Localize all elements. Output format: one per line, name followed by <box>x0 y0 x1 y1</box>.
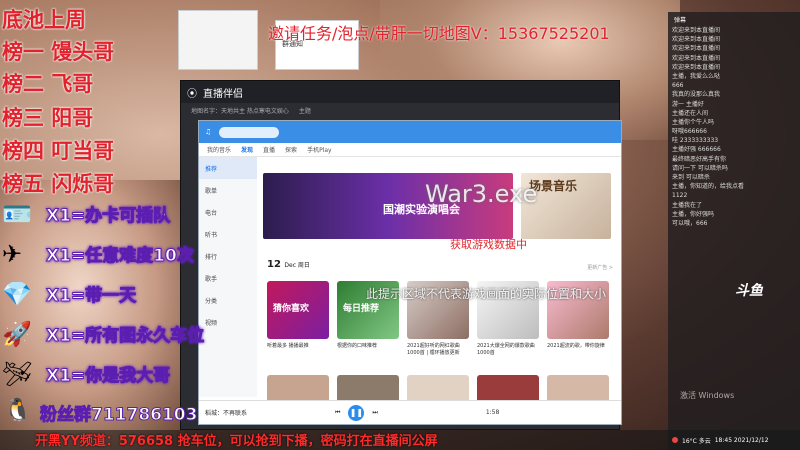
game-fetch-status: 获取游戏数据中 <box>450 238 527 251</box>
music-topbar: ♫ <box>199 121 621 143</box>
chat-line: 欢迎来到本直播间 <box>672 63 721 71</box>
music-player-window: ♫ 我的音乐 发现 直播 探索 手机Play 推荐 歌单 电台 听书 排行 歌手… <box>198 120 622 425</box>
chat-line: 主播我在了 <box>672 201 703 209</box>
pause-button[interactable]: ❚❚ <box>348 404 365 421</box>
perk-3: 💎 X1=带一天 <box>2 280 137 308</box>
clock: 18:45 2021/12/12 <box>714 436 769 444</box>
date-header: 12 Dec 周日 <box>267 259 310 270</box>
chat-line: 可以哦，666 <box>672 219 708 227</box>
game-process-label: War3.exe <box>425 180 538 208</box>
tab-live[interactable]: 直播 <box>263 145 275 154</box>
danmaku-header: 弹幕 <box>674 17 687 24</box>
card-caption: 2021超流的歌，带你旋律 <box>547 343 605 349</box>
gem-icon: 💎 <box>2 280 32 308</box>
music-nav: 我的音乐 发现 直播 探索 手机Play <box>199 143 621 157</box>
qq-icon: 🐧 <box>4 398 32 423</box>
mini-window <box>178 10 258 70</box>
music-logo-icon: ♫ <box>205 128 212 136</box>
card-icon: 🪪 <box>2 200 32 228</box>
sidebar-item-recommend[interactable]: 推荐 <box>199 157 257 179</box>
capture-hint: 此提示区域不代表游戏画面的实际位置和大小 <box>366 287 607 301</box>
app-logo-icon: ⦿ <box>187 88 197 100</box>
perk-5: 🛩 X1=你是我大哥 <box>2 360 171 388</box>
track-time: 1:58 <box>485 409 500 416</box>
app-title: 直播伴侣 <box>203 88 243 100</box>
chat-line: 欢迎来到本直播间 <box>672 54 721 62</box>
danmaku-panel: 弹幕 欢迎来到本直播间 欢迎来到本直播间 欢迎来到本直播间 欢迎来到本直播间 欢迎来到本… <box>668 12 800 430</box>
tab-discover[interactable]: 发现 <box>241 145 253 154</box>
chat-line: 主播，你知道的，给我点看 <box>672 183 745 191</box>
chat-line: 欢迎来到本直播间 <box>672 27 721 34</box>
chat-line: 最终暗恶好高手有你 <box>672 155 727 163</box>
rank-3: 榜三 阳哥 <box>2 106 94 130</box>
perk-4: 🚀 X1=所有图永久车位 <box>2 320 205 348</box>
yy-channel-banner: 开黑YY频道：576658 抢车位，可以抢到下播，密码打在直播间公屏 <box>35 434 438 449</box>
next-icon[interactable]: ⏭ <box>372 409 377 417</box>
weather: 16°C 多云 <box>682 437 711 445</box>
plane-icon: ✈ <box>2 240 23 268</box>
douyu-logo: 斗鱼 <box>735 283 763 299</box>
chat-line: 来到 可以暗杀 <box>672 174 710 181</box>
plane2-icon: 🛩 <box>2 360 33 388</box>
tab-map-name[interactable]: 地图名字：天地共主 热点寒电文娱心 <box>191 106 289 115</box>
fan-group-number: 粉丝群711786103 <box>39 405 198 426</box>
chat-line: 主播，你好强吗 <box>672 210 715 218</box>
rank-2: 榜二 飞哥 <box>2 72 94 96</box>
windows-activation: 激活 Windows <box>680 391 735 400</box>
stream-companion-titlebar: ⦿ 直播伴侣 <box>181 81 619 103</box>
tab-my-music[interactable]: 我的音乐 <box>207 145 231 154</box>
rank-title: 底池上周 <box>2 8 86 32</box>
chat-line: 欢迎来到本直播间 <box>672 45 721 53</box>
tab-theme[interactable]: 主题 <box>299 106 311 115</box>
chat-line: 欢迎来到本直播间 <box>672 36 721 44</box>
rocket-icon: 🚀 <box>2 320 32 348</box>
more-link[interactable]: 更新广告 > <box>587 264 613 271</box>
tab-explore[interactable]: 探索 <box>285 145 297 154</box>
chat-line: 游一 主播好 <box>672 100 704 108</box>
invite-banner: 邀请任务/泡点/带肝一切地图V：15367525201 <box>268 24 610 43</box>
chat-line: 主播，我爱么么哒 <box>672 72 721 80</box>
perk-2: ✈ X1=任意难度10次 <box>2 240 194 268</box>
card-caption: 2021大爆全网的爆款歌曲 1000首 <box>477 343 535 356</box>
card-guess-like[interactable]: 猜你喜欢 <box>267 281 329 339</box>
chat-line: 主播还在人间 <box>672 109 709 117</box>
chat-line: 呀哦666666 <box>672 128 707 136</box>
rank-5: 榜五 闪烁哥 <box>2 172 115 196</box>
card-caption: 2021超好听的网红歌曲 1000首 | 循环播放更新 <box>407 343 460 356</box>
chat-line: 我真的没那么真我 <box>672 91 721 99</box>
now-playing: 稻城：不再联系 <box>205 410 248 417</box>
chat-line: 主播好强 666666 <box>672 146 721 154</box>
card-caption: 根据你的口味推荐 <box>337 343 378 349</box>
tab-mobile-play[interactable]: 手机Play <box>307 145 332 154</box>
chat-line: 1122 <box>672 192 688 200</box>
chat-line: 666 <box>672 82 684 90</box>
taskbar: 16°C 多云 18:45 2021/12/12 <box>668 430 800 450</box>
rank-1: 榜一 馒头哥 <box>2 40 115 64</box>
card-caption: 听着最多 播播最推 <box>267 343 309 349</box>
chat-line: 哇 2333333333 <box>672 137 719 145</box>
chat-line: 请问一下 可以暗杀吗 <box>672 164 728 172</box>
chat-line: 主播你个牛人吗 <box>672 118 715 126</box>
prev-icon[interactable]: ⏮ <box>335 409 340 417</box>
search-input[interactable] <box>219 126 280 138</box>
player-bar: 稻城：不再联系 ⏮ ❚❚ ⏭ 1:58 <box>199 400 621 424</box>
rank-4: 榜四 叮当哥 <box>2 139 115 163</box>
app-icon[interactable] <box>672 437 678 443</box>
perk-1: 🪪 X1=办卡可插队 <box>2 200 171 228</box>
